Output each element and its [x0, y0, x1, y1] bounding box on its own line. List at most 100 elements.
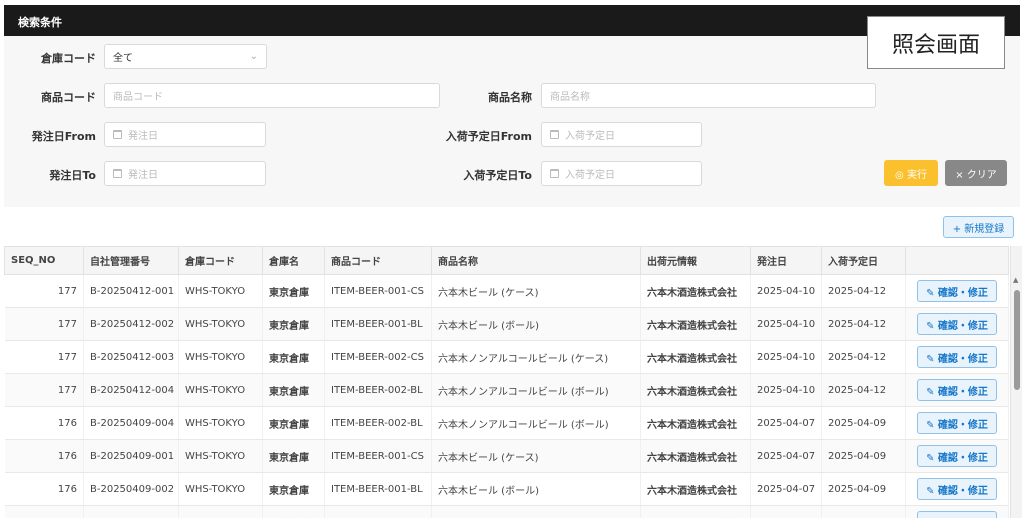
scrollbar-thumb[interactable]	[1014, 290, 1020, 390]
column-header	[905, 246, 1009, 275]
table-cell: 東京倉庫	[262, 439, 325, 473]
order-date-from-input[interactable]: 発注日	[104, 122, 266, 147]
table-cell: ITEM-BEER-002-CS	[324, 505, 432, 518]
table-cell: 東京倉庫	[262, 340, 325, 374]
table-row: 176 B-20250409-001 WHS-TOKYO 東京倉庫 ITEM-BEER-…	[4, 439, 1009, 473]
chevron-down-icon: ⌄	[249, 51, 258, 62]
arrival-date-from-label: 入荷予定日From	[445, 130, 532, 143]
table-cell: B-20250412-003	[83, 340, 179, 374]
table-cell: ITEM-BEER-002-BL	[324, 373, 432, 407]
clear-button[interactable]: × クリア	[945, 160, 1007, 186]
order-date-from-placeholder: 発注日	[128, 131, 158, 142]
table-row: 176 B-20250409-004 WHS-TOKYO 東京倉庫 ITEM-BEER-…	[4, 406, 1009, 440]
table-cell: 176	[4, 505, 84, 518]
warehouse-code-select[interactable]: 全て ⌄	[104, 44, 267, 69]
new-registration-button[interactable]: + 新規登録	[943, 216, 1014, 238]
confirm-edit-button[interactable]: ✎ 確認・修正	[917, 379, 997, 401]
table-cell: ITEM-BEER-001-BL	[324, 307, 432, 341]
table-scrollbar[interactable]: ▲	[1010, 246, 1022, 518]
table-cell: 2025-04-10	[750, 307, 822, 341]
column-header: SEQ_NO	[4, 246, 84, 275]
column-header: 自社管理番号	[83, 246, 179, 275]
table-cell: 東京倉庫	[262, 307, 325, 341]
column-header: 発注日	[750, 246, 822, 275]
table-cell: B-20250412-001	[83, 274, 179, 308]
table-cell: 177	[4, 373, 84, 407]
table-cell: 2025-04-12	[821, 373, 906, 407]
table-cell: WHS-TOKYO	[178, 340, 263, 374]
item-code-label: 商品コード	[41, 91, 96, 104]
table-row: 177 B-20250412-003 WHS-TOKYO 東京倉庫 ITEM-BEER-…	[4, 340, 1009, 374]
table-cell-action: ✎ 確認・修正	[905, 307, 1009, 341]
scroll-up-arrow-icon[interactable]: ▲	[1013, 276, 1018, 284]
table-cell-action: ✎ 確認・修正	[905, 505, 1009, 518]
column-header: 倉庫コード	[178, 246, 263, 275]
table-cell: 2025-04-07	[750, 439, 822, 473]
table-row: 177 B-20250412-002 WHS-TOKYO 東京倉庫 ITEM-BEER-…	[4, 307, 1009, 341]
table-cell: 2025-04-07	[750, 505, 822, 518]
table-cell: ITEM-BEER-001-CS	[324, 439, 432, 473]
table-cell: B-20250412-002	[83, 307, 179, 341]
item-code-input[interactable]: 商品コード	[104, 83, 440, 108]
confirm-edit-button[interactable]: ✎ 確認・修正	[917, 511, 997, 518]
table-cell: 六本木ノンアルコールビール (ボール)	[431, 406, 641, 440]
table-cell: WHS-TOKYO	[178, 373, 263, 407]
arrival-date-from-input[interactable]: 入荷予定日	[541, 122, 702, 147]
column-header: 商品名称	[431, 246, 641, 275]
table-cell: 2025-04-12	[821, 274, 906, 308]
table-cell: WHS-TOKYO	[178, 472, 263, 506]
order-date-to-placeholder: 発注日	[128, 170, 158, 181]
calendar-icon	[550, 130, 559, 139]
warehouse-code-value: 全て	[113, 53, 133, 64]
item-name-input[interactable]: 商品名称	[541, 83, 876, 108]
table-cell-action: ✎ 確認・修正	[905, 439, 1009, 473]
table-cell: ITEM-BEER-002-BL	[324, 406, 432, 440]
table-cell: 2025-04-07	[750, 406, 822, 440]
calendar-icon	[113, 130, 122, 139]
table-cell: 六本木酒造株式会社	[640, 307, 751, 341]
arrival-date-to-placeholder: 入荷予定日	[565, 170, 615, 181]
table-cell: ITEM-BEER-001-CS	[324, 274, 432, 308]
table-cell: 177	[4, 307, 84, 341]
table-cell: 六本木酒造株式会社	[640, 340, 751, 374]
confirm-edit-button[interactable]: ✎ 確認・修正	[917, 346, 997, 368]
table-cell: 東京倉庫	[262, 505, 325, 518]
table-cell-action: ✎ 確認・修正	[905, 373, 1009, 407]
table-cell: 2025-04-09	[821, 505, 906, 518]
arrival-date-to-input[interactable]: 入荷予定日	[541, 161, 702, 186]
table-cell: 六本木ノンアルコールビール (ケース)	[431, 340, 641, 374]
table-cell: 東京倉庫	[262, 274, 325, 308]
confirm-edit-button[interactable]: ✎ 確認・修正	[917, 313, 997, 335]
inquiry-page: 検索条件 照会画面 倉庫コード 全て ⌄ 商品コード 商品コード 商品名称 商品…	[0, 0, 1024, 518]
table-cell: 東京倉庫	[262, 406, 325, 440]
table-cell: B-20250409-002	[83, 472, 179, 506]
item-name-placeholder: 商品名称	[550, 92, 590, 103]
order-date-to-input[interactable]: 発注日	[104, 161, 266, 186]
table-row: 176 B-20250409-002 WHS-TOKYO 東京倉庫 ITEM-BEER-…	[4, 472, 1009, 506]
table-cell: 176	[4, 472, 84, 506]
results-table: SEQ_NO 自社管理番号 倉庫コード 倉庫名 商品コード 商品名称 出荷元情報 発注日 入荷予…	[4, 246, 1009, 518]
item-name-label: 商品名称	[488, 91, 532, 104]
table-row: 176B-20250409-003WHS-TOKYO東京倉庫ITEM-BEER-…	[4, 505, 1009, 518]
table-cell: 六本木ビール (ボール)	[431, 307, 641, 341]
confirm-edit-button[interactable]: ✎ 確認・修正	[917, 445, 997, 467]
table-cell: 六本木ビール (ケース)	[431, 274, 641, 308]
table-cell: 2025-04-10	[750, 340, 822, 374]
table-cell: WHS-TOKYO	[178, 307, 263, 341]
order-date-to-label: 発注日To	[49, 169, 96, 182]
arrival-date-from-placeholder: 入荷予定日	[565, 131, 615, 142]
table-cell-action: ✎ 確認・修正	[905, 406, 1009, 440]
order-date-from-label: 発注日From	[31, 130, 96, 143]
table-cell: 東京倉庫	[262, 373, 325, 407]
execute-button[interactable]: ◎ 実行	[884, 160, 938, 186]
table-cell: 六本木ビール (ボール)	[431, 472, 641, 506]
confirm-edit-button[interactable]: ✎ 確認・修正	[917, 280, 997, 302]
table-cell-action: ✎ 確認・修正	[905, 274, 1009, 308]
table-header-row: SEQ_NO 自社管理番号 倉庫コード 倉庫名 商品コード 商品名称 出荷元情報 発注日 入荷予…	[4, 246, 1009, 275]
table-cell: 176	[4, 439, 84, 473]
table-cell: 六本木酒造株式会社	[640, 406, 751, 440]
confirm-edit-button[interactable]: ✎ 確認・修正	[917, 412, 997, 434]
confirm-edit-button[interactable]: ✎ 確認・修正	[917, 478, 997, 500]
table-cell: 東京倉庫	[262, 472, 325, 506]
column-header: 出荷元情報	[640, 246, 751, 275]
